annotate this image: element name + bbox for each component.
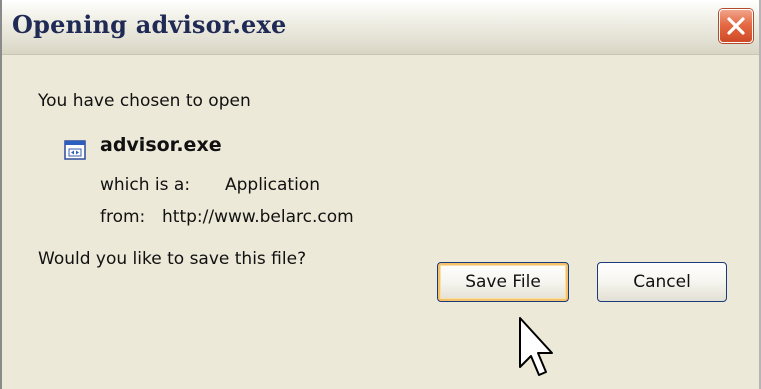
file-type-label: which is a: <box>100 175 191 195</box>
intro-text: You have chosen to open <box>38 91 251 111</box>
save-file-button[interactable]: Save File <box>437 262 569 302</box>
close-button[interactable] <box>719 9 753 43</box>
window-title: Opening advisor.exe <box>12 10 287 39</box>
application-file-icon <box>64 140 86 160</box>
file-source-url: http://www.belarc.com <box>162 207 354 227</box>
file-name: advisor.exe <box>100 134 222 156</box>
save-file-dialog: Opening advisor.exe You have chosen to o… <box>0 0 761 389</box>
title-bar[interactable]: Opening advisor.exe <box>2 0 759 55</box>
file-type-value: Application <box>225 175 320 195</box>
mouse-pointer-icon <box>519 317 553 376</box>
close-icon <box>727 17 745 35</box>
dialog-content: You have chosen to open advisor.exe whic… <box>2 55 759 389</box>
cancel-button[interactable]: Cancel <box>597 262 727 302</box>
save-question: Would you like to save this file? <box>38 249 307 269</box>
file-source-label: from: <box>100 207 146 227</box>
